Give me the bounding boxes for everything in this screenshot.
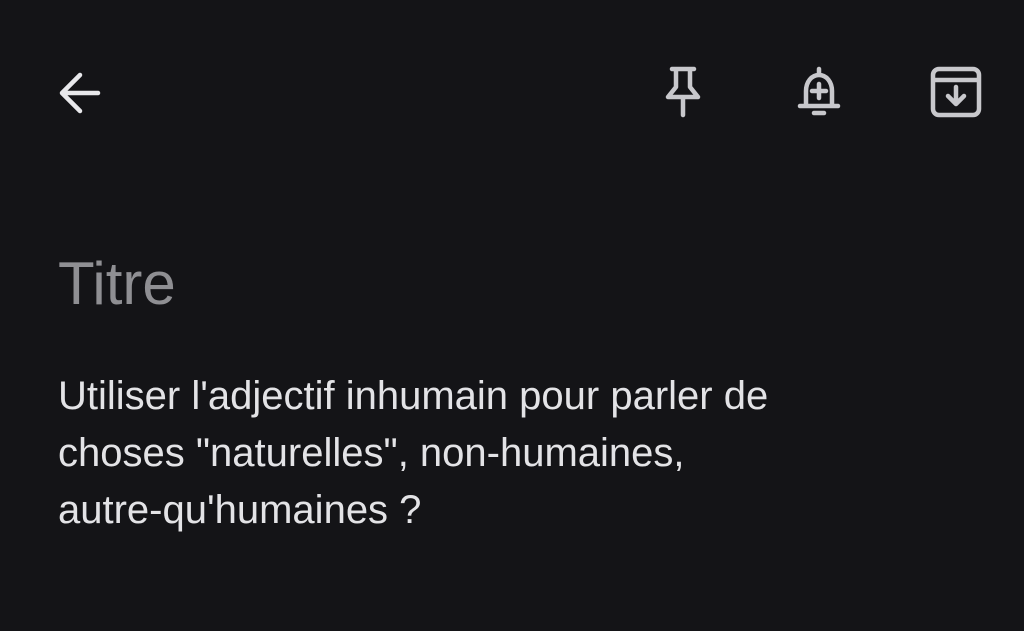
arrow-back-icon <box>59 72 101 114</box>
pin-button[interactable] <box>651 60 715 124</box>
pin-icon <box>665 66 701 118</box>
note-body-text[interactable]: Utiliser l'adjectif inhumain pour parler… <box>58 368 958 539</box>
reminder-button[interactable] <box>787 60 851 124</box>
back-button[interactable] <box>48 61 112 125</box>
note-toolbar <box>0 0 1024 190</box>
note-title-input[interactable]: Titre <box>58 248 958 320</box>
archive-icon <box>930 66 982 118</box>
archive-button[interactable] <box>924 60 988 124</box>
add-alert-bell-icon <box>797 66 841 116</box>
